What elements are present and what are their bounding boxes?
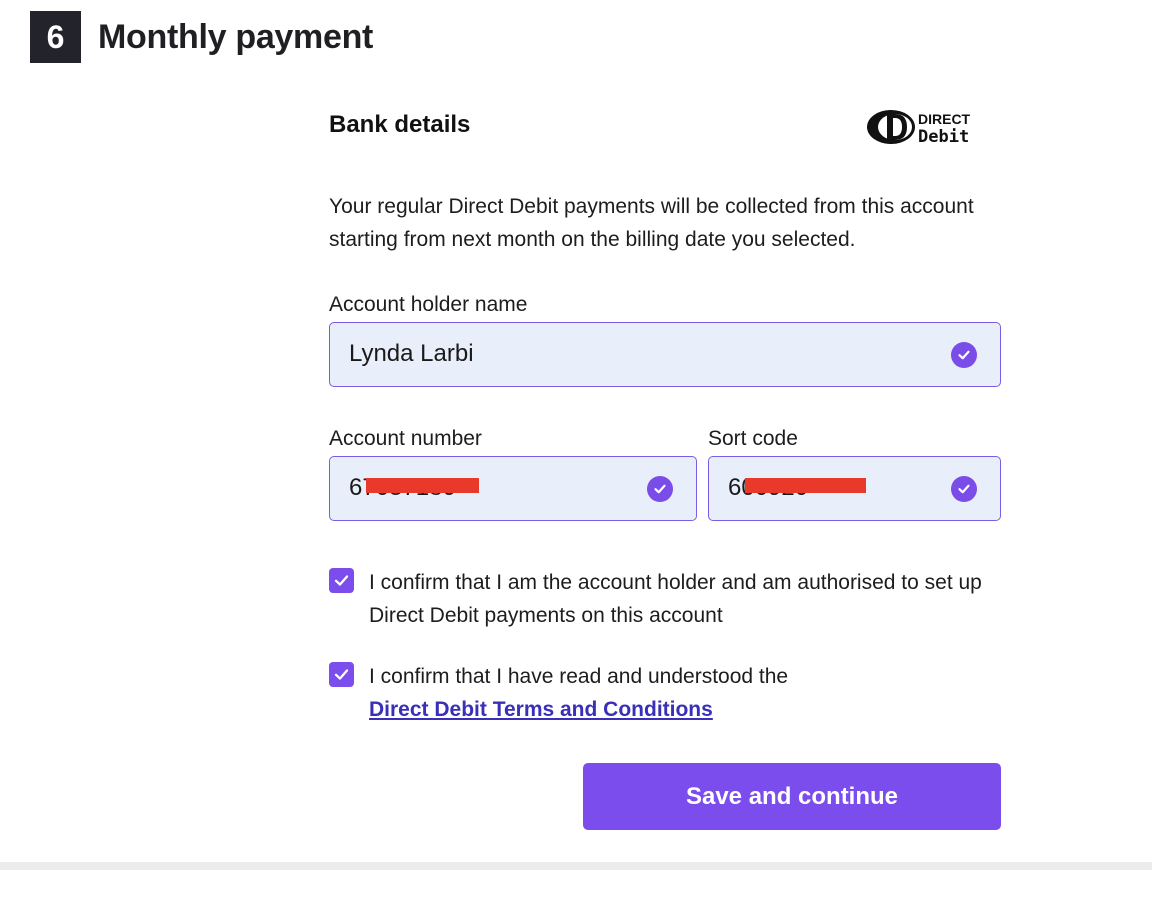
svg-text:Debit: Debit: [918, 127, 969, 147]
section-divider: [0, 862, 1152, 870]
svg-text:DIRECT: DIRECT: [918, 111, 971, 127]
check-circle-icon: [647, 476, 673, 502]
direct-debit-logo: DIRECT Debit: [867, 110, 971, 147]
terms-and-conditions-link[interactable]: Direct Debit Terms and Conditions: [369, 698, 713, 721]
step-header: 6 Monthly payment: [30, 11, 373, 63]
confirm-terms-text: I confirm that I have read and understoo…: [369, 665, 789, 688]
sort-code-label: Sort code: [708, 427, 798, 450]
redaction-mark: [366, 478, 479, 493]
account-number-field[interactable]: 67037180: [329, 456, 697, 521]
monthly-payment-page: 6 Monthly payment Bank details DIRECT De…: [0, 0, 1152, 900]
check-circle-icon: [951, 476, 977, 502]
intro-text: Your regular Direct Debit payments will …: [329, 195, 974, 251]
page-title: Monthly payment: [98, 17, 374, 56]
redaction-mark: [745, 478, 866, 493]
bank-details-header: Bank details DIRECT Debit: [329, 110, 1001, 151]
account-holder-label: Account holder name: [329, 293, 528, 316]
step-number: 6: [30, 11, 81, 63]
confirm-terms-checkbox[interactable]: [329, 662, 354, 687]
confirm-holder-row: I confirm that I am the account holder a…: [329, 566, 1001, 632]
confirm-holder-text: I confirm that I am the account holder a…: [369, 571, 982, 627]
check-circle-icon: [951, 342, 977, 368]
check-icon: [334, 575, 349, 586]
account-number-label: Account number: [329, 427, 482, 450]
confirm-terms-text-block: I confirm that I have read and understoo…: [369, 660, 1009, 726]
confirm-holder-checkbox[interactable]: [329, 568, 354, 593]
confirm-terms-row: I confirm that I have read and understoo…: [329, 660, 1001, 726]
account-holder-value: Lynda Larbi: [349, 340, 474, 367]
sort-code-field[interactable]: 600920: [708, 456, 1001, 521]
account-holder-field[interactable]: Lynda Larbi: [329, 322, 1001, 387]
check-icon: [334, 669, 349, 680]
section-title: Bank details: [329, 111, 471, 138]
save-and-continue-button[interactable]: Save and continue: [583, 763, 1001, 830]
